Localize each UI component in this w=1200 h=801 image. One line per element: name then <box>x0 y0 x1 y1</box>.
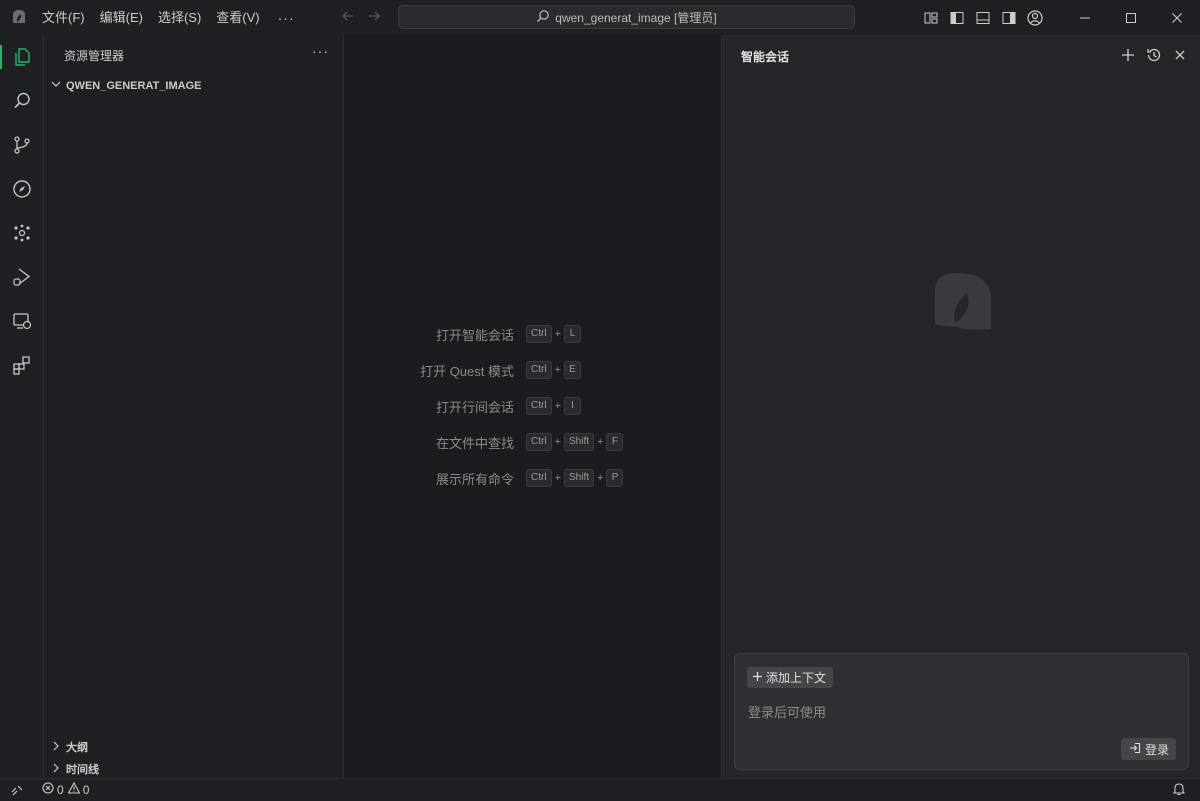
key-plus: + <box>554 436 561 448</box>
sign-in-icon <box>1129 742 1145 757</box>
shortcut-label: 打开 Quest 模式 <box>420 363 514 379</box>
key-plus: + <box>597 436 604 448</box>
close-window-button[interactable] <box>1154 0 1200 35</box>
editor-area: 打开智能会话 Ctrl + L 打开 Quest 模式 Ctrl + E 打开行… <box>344 35 721 778</box>
shortcut-label: 展示所有命令 <box>435 471 514 487</box>
chat-input-box[interactable]: 添加上下文 登录后可使用 登录 <box>734 653 1189 770</box>
warning-count: 0 <box>82 782 90 797</box>
assistant-logo-icon <box>927 267 997 337</box>
graph-network-icon[interactable] <box>0 211 44 255</box>
chevron-right-icon <box>50 762 66 777</box>
workspace-folder-name: QWEN_GENERAT_IMAGE <box>66 79 202 92</box>
close-panel-icon[interactable] <box>1170 45 1190 65</box>
key-cap: Ctrl <box>526 325 552 343</box>
timeline-section[interactable]: 时间线 <box>50 761 99 777</box>
chat-input-placeholder: 登录后可使用 <box>748 705 827 720</box>
explorer-icon[interactable] <box>0 35 44 79</box>
notifications-bell-icon[interactable] <box>1172 782 1186 801</box>
key-cap: F <box>606 433 624 451</box>
menu-file[interactable]: 文件(F) <box>42 0 85 35</box>
forward-arrow-icon[interactable] <box>366 8 382 24</box>
search-icon <box>536 9 555 26</box>
extensions-icon[interactable] <box>0 343 44 387</box>
app-logo-icon <box>10 8 28 26</box>
toggle-secondary-sidebar-icon[interactable] <box>996 0 1022 35</box>
shortcut-row: 打开 Quest 模式 Ctrl + E <box>344 358 721 382</box>
shortcut-label: 打开行间会话 <box>435 399 514 415</box>
key-cap: Ctrl <box>526 469 552 487</box>
new-chat-plus-icon[interactable] <box>1118 45 1138 65</box>
back-arrow-icon[interactable] <box>340 8 356 24</box>
menu-bar: 文件(F) 编辑(E) 选择(S) 查看(V) ··· <box>42 0 295 35</box>
account-icon[interactable] <box>1022 0 1048 35</box>
command-center-search[interactable]: qwen_generat_image [管理员] <box>398 5 855 29</box>
menu-view[interactable]: 查看(V) <box>216 0 259 35</box>
key-cap: P <box>606 469 624 487</box>
add-context-label: 添加上下文 <box>766 671 827 685</box>
sidebar-title: 资源管理器 <box>64 49 125 63</box>
run-debug-icon[interactable] <box>0 255 44 299</box>
error-count: 0 <box>57 782 64 797</box>
minimize-button[interactable] <box>1062 0 1108 35</box>
timeline-label: 时间线 <box>66 764 99 776</box>
toggle-primary-sidebar-icon[interactable] <box>944 0 970 35</box>
key-plus: + <box>554 364 561 376</box>
ai-chat-panel: 智能会话 添加上下文 登录后可使用 登录 <box>721 35 1200 778</box>
workspace-folder[interactable]: QWEN_GENERAT_IMAGE <box>50 78 201 93</box>
compass-icon[interactable] <box>0 167 44 211</box>
plus-icon <box>752 671 766 685</box>
customize-layout-icon[interactable] <box>918 0 944 35</box>
search-view-icon[interactable] <box>0 79 44 123</box>
login-button[interactable]: 登录 <box>1120 738 1176 760</box>
outline-section[interactable]: 大纲 <box>50 739 88 755</box>
source-control-icon[interactable] <box>0 123 44 167</box>
menu-edit[interactable]: 编辑(E) <box>100 0 143 35</box>
remote-explorer-icon[interactable] <box>0 299 44 343</box>
menu-select[interactable]: 选择(S) <box>158 0 201 35</box>
shortcut-row: 打开行间会话 Ctrl + I <box>344 394 721 418</box>
problems-indicator[interactable]: 0 0 <box>42 779 89 800</box>
key-cap: Ctrl <box>526 397 552 415</box>
key-cap: Shift <box>564 469 595 487</box>
warning-icon <box>67 781 83 797</box>
key-plus: + <box>597 472 604 484</box>
remote-indicator[interactable] <box>0 779 34 800</box>
chevron-right-icon <box>50 740 66 755</box>
title-bar: 文件(F) 编辑(E) 选择(S) 查看(V) ··· qwen_generat… <box>0 0 1200 35</box>
key-plus: + <box>554 400 561 412</box>
sidebar-more-button[interactable]: ··· <box>312 43 329 59</box>
add-context-button[interactable]: 添加上下文 <box>747 667 834 688</box>
key-plus: + <box>554 472 561 484</box>
chat-title: 智能会话 <box>741 50 790 64</box>
key-cap: Shift <box>564 433 595 451</box>
shortcut-label: 在文件中查找 <box>435 435 514 451</box>
active-indicator <box>0 45 2 69</box>
key-cap: L <box>564 325 581 343</box>
activity-bar <box>0 35 44 778</box>
toggle-panel-icon[interactable] <box>970 0 996 35</box>
key-plus: + <box>554 328 561 340</box>
error-icon <box>42 782 57 797</box>
key-cap: E <box>564 361 581 379</box>
outline-label: 大纲 <box>66 742 88 754</box>
shortcut-row: 展示所有命令 Ctrl + Shift + P <box>344 466 721 490</box>
key-cap: I <box>564 397 581 415</box>
chevron-down-icon <box>50 78 66 93</box>
key-cap: Ctrl <box>526 433 552 451</box>
history-icon[interactable] <box>1144 45 1164 65</box>
explorer-sidebar: 资源管理器 ··· QWEN_GENERAT_IMAGE 大纲 时间线 <box>44 35 344 778</box>
search-text: qwen_generat_image [管理员] <box>555 10 717 25</box>
menu-more-button[interactable]: ··· <box>278 10 295 26</box>
shortcut-row: 打开智能会话 Ctrl + L <box>344 322 721 346</box>
shortcut-row: 在文件中查找 Ctrl + Shift + F <box>344 430 721 454</box>
login-label: 登录 <box>1144 742 1169 757</box>
shortcut-label: 打开智能会话 <box>435 327 514 343</box>
key-cap: Ctrl <box>526 361 552 379</box>
status-bar: 0 0 <box>0 778 1200 800</box>
maximize-button[interactable] <box>1108 0 1154 35</box>
